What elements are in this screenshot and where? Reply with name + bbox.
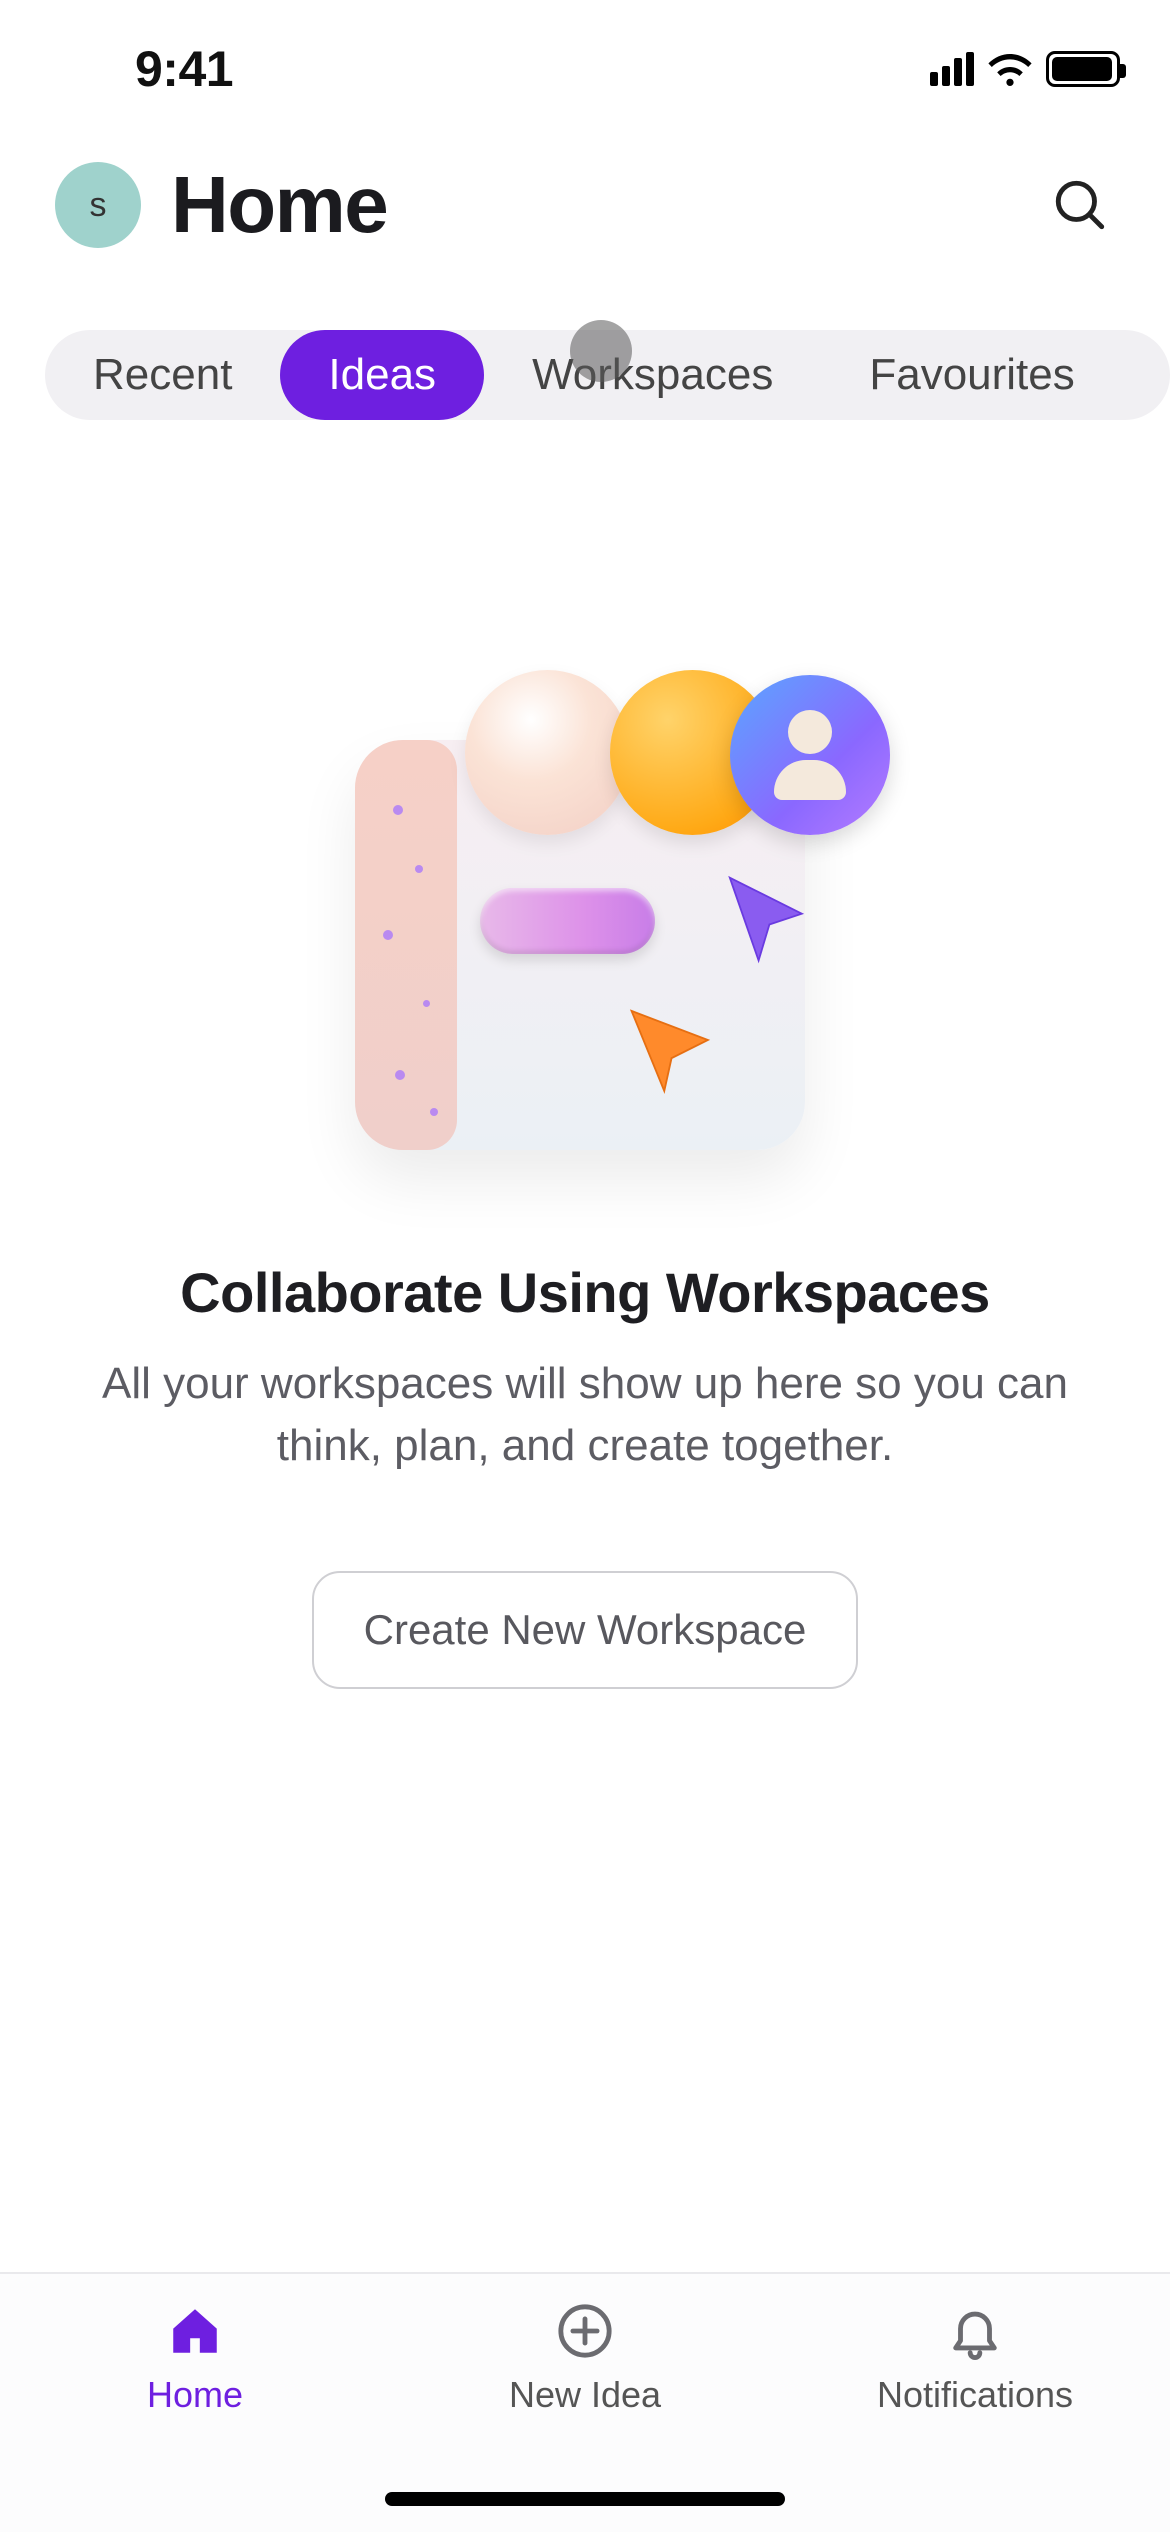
tab-label: Favourites	[869, 350, 1074, 400]
tab-notifications[interactable]: Notifications	[780, 2274, 1170, 2532]
search-button[interactable]	[1045, 170, 1115, 240]
create-workspace-button[interactable]: Create New Workspace	[312, 1571, 859, 1689]
empty-state: Collaborate Using Workspaces All your wo…	[0, 500, 1170, 1689]
empty-state-subtitle: All your workspaces will show up here so…	[85, 1353, 1085, 1476]
tab-ideas[interactable]: Ideas	[280, 330, 484, 420]
touch-indicator	[570, 320, 632, 382]
tab-recent[interactable]: Recent	[45, 330, 280, 420]
avatar[interactable]: s	[55, 162, 141, 248]
search-icon	[1051, 176, 1109, 234]
tab-label: Recent	[93, 350, 232, 400]
home-indicator[interactable]	[385, 2492, 785, 2506]
page-title: Home	[171, 159, 387, 251]
plus-circle-icon	[556, 2302, 614, 2360]
avatar-initial: s	[90, 186, 107, 225]
tab-favourites[interactable]: Favourites	[821, 330, 1122, 420]
home-icon	[166, 2302, 224, 2360]
status-time: 9:41	[135, 40, 233, 98]
tab-workspaces[interactable]: Workspaces	[484, 330, 821, 420]
tab-home[interactable]: Home	[0, 2274, 390, 2532]
workspaces-illustration	[355, 670, 815, 1150]
status-right	[930, 51, 1120, 87]
tab-label: Home	[147, 2374, 243, 2416]
tab-label: Workspaces	[532, 350, 773, 400]
tab-label: New Idea	[509, 2374, 661, 2416]
tab-label: Notifications	[877, 2374, 1073, 2416]
wifi-icon	[986, 51, 1034, 87]
empty-state-title: Collaborate Using Workspaces	[180, 1260, 990, 1325]
status-bar: 9:41	[0, 0, 1170, 120]
tab-label: Ideas	[328, 350, 436, 400]
cta-label: Create New Workspace	[364, 1606, 807, 1653]
header: s Home	[0, 140, 1170, 270]
cursor-orange-icon	[617, 1000, 717, 1100]
cursor-purple-icon	[719, 870, 809, 970]
cell-signal-icon	[930, 52, 974, 86]
battery-icon	[1046, 51, 1120, 87]
bell-icon	[946, 2302, 1004, 2360]
